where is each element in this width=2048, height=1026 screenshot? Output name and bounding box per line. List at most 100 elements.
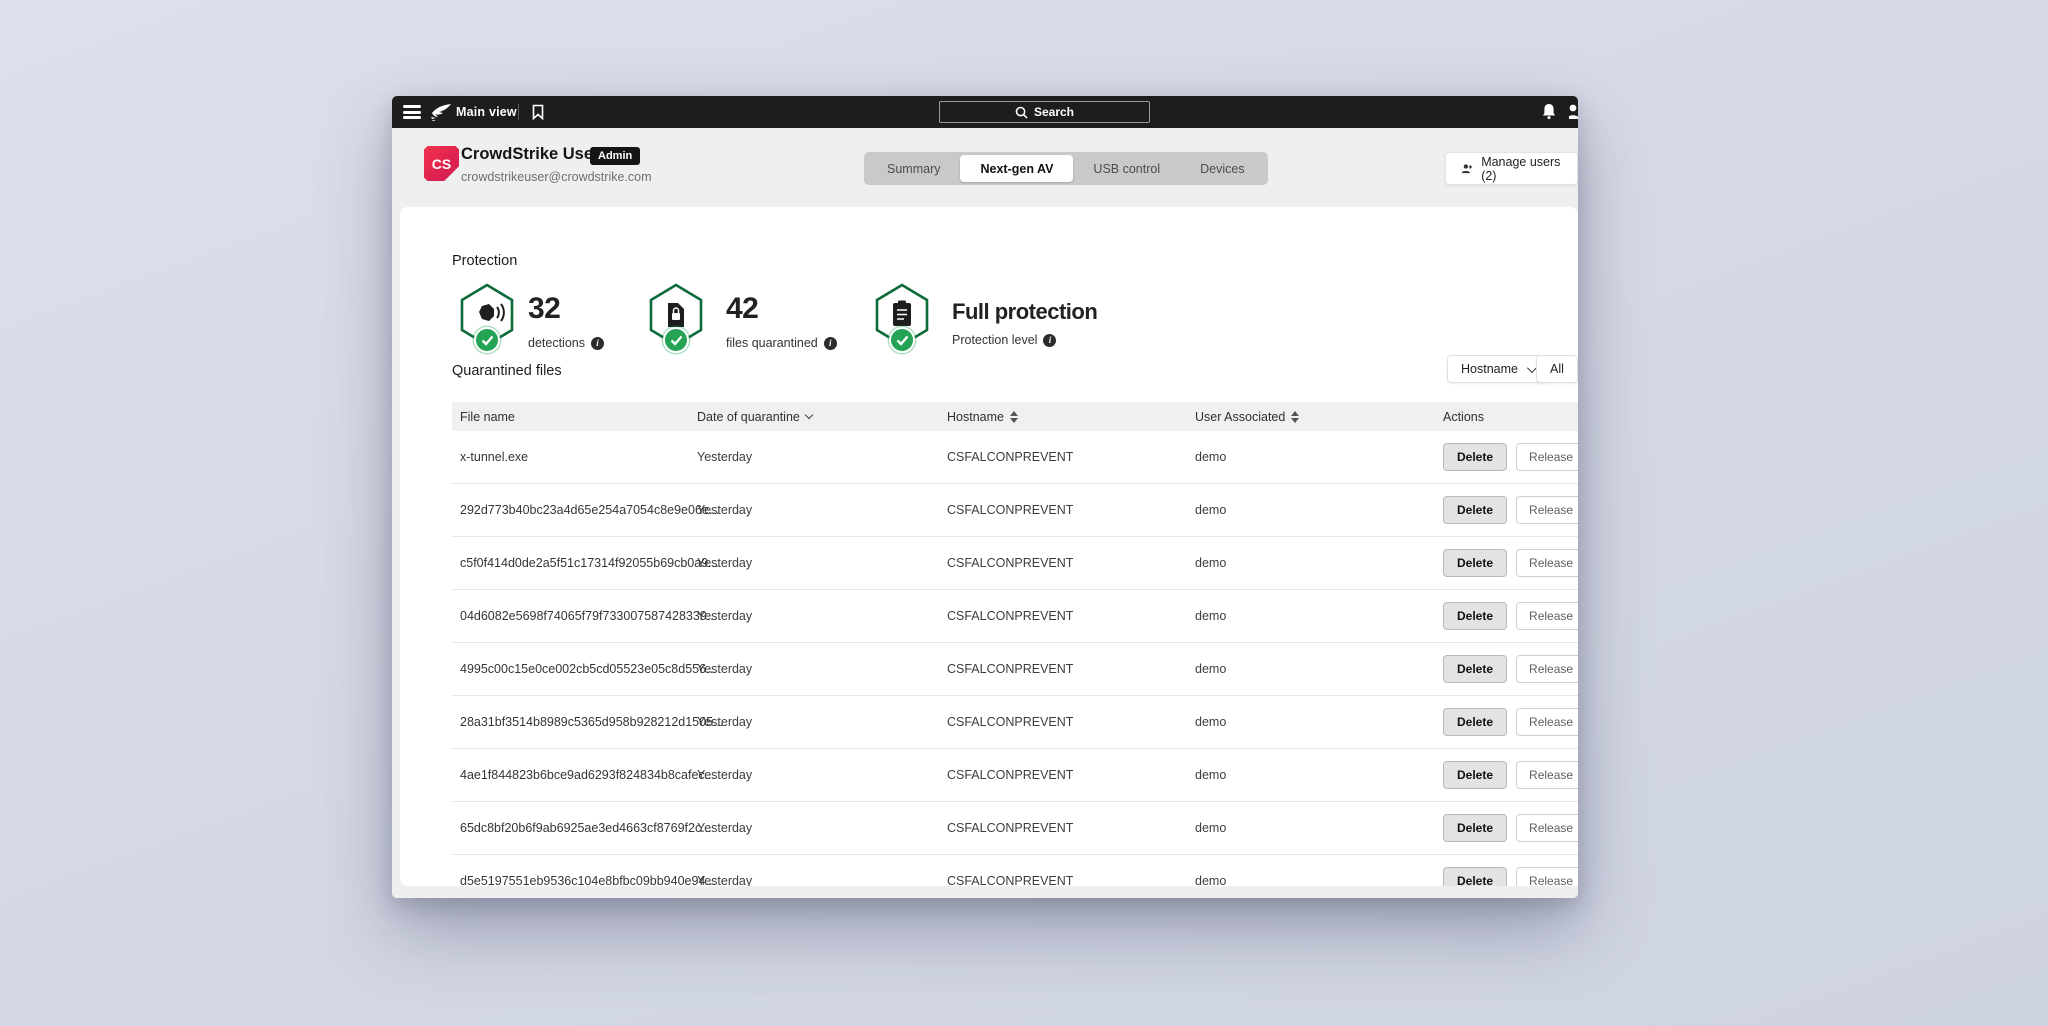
info-icon[interactable]: i bbox=[824, 337, 837, 350]
table-body: x-tunnel.exe Yesterday CSFALCONPREVENT d… bbox=[452, 431, 1578, 886]
release-button[interactable]: Release bbox=[1516, 496, 1578, 524]
table-row: 292d773b40bc23a4d65e254a7054c8e9e06e... … bbox=[452, 484, 1578, 537]
table-row: 04d6082e5698f74065f79f733007587428339...… bbox=[452, 590, 1578, 643]
content-card: Protection 32 detectionsi 42 bbox=[400, 207, 1578, 886]
table-row: 4ae1f844823b6bce9ad6293f824834b8cafec...… bbox=[452, 749, 1578, 802]
detections-label: detectionsi bbox=[528, 336, 604, 350]
delete-button[interactable]: Delete bbox=[1443, 655, 1507, 683]
search-input[interactable]: Search bbox=[939, 101, 1150, 123]
tab-summary[interactable]: Summary bbox=[867, 155, 960, 182]
cell-actions: Delete Release bbox=[1443, 496, 1578, 524]
cell-actions: Delete Release bbox=[1443, 867, 1578, 886]
cell-hostname: CSFALCONPREVENT bbox=[947, 450, 1195, 464]
notifications-bell-icon[interactable] bbox=[1540, 102, 1558, 126]
info-icon[interactable]: i bbox=[1043, 334, 1056, 347]
release-button[interactable]: Release bbox=[1516, 814, 1578, 842]
delete-button[interactable]: Delete bbox=[1443, 867, 1507, 886]
table-row: 28a31bf3514b8989c5365d958b928212d1505...… bbox=[452, 696, 1578, 749]
tab-devices[interactable]: Devices bbox=[1180, 155, 1264, 182]
filter-value-button[interactable]: All bbox=[1536, 355, 1578, 383]
cell-user: demo bbox=[1195, 662, 1443, 676]
user-name: CrowdStrike User bbox=[461, 145, 599, 164]
release-button[interactable]: Release bbox=[1516, 655, 1578, 683]
cell-hostname: CSFALCONPREVENT bbox=[947, 715, 1195, 729]
cell-user: demo bbox=[1195, 874, 1443, 886]
window-bottom-strip bbox=[392, 886, 1578, 898]
main-view-label[interactable]: Main view bbox=[456, 105, 517, 119]
info-icon[interactable]: i bbox=[591, 337, 604, 350]
cell-hostname: CSFALCONPREVENT bbox=[947, 821, 1195, 835]
cell-file-name: c5f0f414d0de2a5f51c17314f92055b69cb0a9..… bbox=[452, 556, 697, 570]
cell-file-name: 65dc8bf20b6f9ab6925ae3ed4663cf8769f2c... bbox=[452, 821, 697, 835]
avatar-initials: CS bbox=[432, 156, 451, 172]
cell-hostname: CSFALCONPREVENT bbox=[947, 609, 1195, 623]
app-window: Main view Search CS CrowdStrike User Adm… bbox=[392, 96, 1578, 898]
delete-button[interactable]: Delete bbox=[1443, 708, 1507, 736]
delete-button[interactable]: Delete bbox=[1443, 549, 1507, 577]
detections-count: 32 bbox=[528, 292, 560, 326]
cell-hostname: CSFALCONPREVENT bbox=[947, 503, 1195, 517]
quarantined-label: files quarantinedi bbox=[726, 336, 837, 350]
page-header: CS CrowdStrike User Admin crowdstrikeuse… bbox=[392, 128, 1578, 207]
profile-icon-partial[interactable] bbox=[1569, 103, 1578, 126]
column-date-of-quarantine[interactable]: Date of quarantine bbox=[697, 410, 947, 424]
hostname-filter-dropdown[interactable]: Hostname bbox=[1447, 355, 1548, 383]
table-row: d5e5197551eb9536c104e8bfbc09bb940e94... … bbox=[452, 855, 1578, 886]
table-header-row: File name Date of quarantine Hostname Us… bbox=[452, 402, 1578, 431]
cell-date: Yesterday bbox=[697, 556, 947, 570]
search-icon bbox=[1015, 106, 1028, 119]
bookmark-icon[interactable] bbox=[532, 104, 544, 125]
user-email: crowdstrikeuser@crowdstrike.com bbox=[461, 170, 652, 184]
column-user-associated[interactable]: User Associated bbox=[1195, 410, 1443, 424]
manage-users-button[interactable]: Manage users (2) bbox=[1445, 152, 1578, 185]
hamburger-menu-icon[interactable] bbox=[403, 105, 421, 119]
cell-file-name: d5e5197551eb9536c104e8bfbc09bb940e94... bbox=[452, 874, 697, 886]
cell-actions: Delete Release bbox=[1443, 814, 1578, 842]
delete-button[interactable]: Delete bbox=[1443, 443, 1507, 471]
delete-button[interactable]: Delete bbox=[1443, 814, 1507, 842]
sort-desc-icon bbox=[805, 411, 813, 419]
protection-level-label: Protection leveli bbox=[952, 333, 1056, 347]
release-button[interactable]: Release bbox=[1516, 708, 1578, 736]
cell-hostname: CSFALCONPREVENT bbox=[947, 768, 1195, 782]
quarantined-files-title: Quarantined files bbox=[452, 363, 562, 379]
sort-both-icon bbox=[1010, 411, 1018, 423]
topbar-divider bbox=[518, 104, 519, 120]
cell-date: Yesterday bbox=[697, 768, 947, 782]
release-button[interactable]: Release bbox=[1516, 443, 1578, 471]
cell-actions: Delete Release bbox=[1443, 708, 1578, 736]
quarantined-count: 42 bbox=[726, 292, 758, 326]
detections-widget-icon bbox=[458, 283, 516, 353]
crowdstrike-user-avatar: CS bbox=[424, 146, 459, 181]
check-badge-icon bbox=[663, 327, 689, 353]
table-row: c5f0f414d0de2a5f51c17314f92055b69cb0a9..… bbox=[452, 537, 1578, 590]
table-row: 65dc8bf20b6f9ab6925ae3ed4663cf8769f2c...… bbox=[452, 802, 1578, 855]
cell-date: Yesterday bbox=[697, 609, 947, 623]
cell-date: Yesterday bbox=[697, 450, 947, 464]
cell-user: demo bbox=[1195, 556, 1443, 570]
cell-hostname: CSFALCONPREVENT bbox=[947, 556, 1195, 570]
cell-actions: Delete Release bbox=[1443, 443, 1578, 471]
tab-next-gen-av[interactable]: Next-gen AV bbox=[960, 155, 1073, 182]
release-button[interactable]: Release bbox=[1516, 602, 1578, 630]
detection-hexagon-icon bbox=[479, 304, 504, 321]
manage-users-label: Manage users (2) bbox=[1481, 155, 1563, 183]
quarantined-widget-icon bbox=[647, 283, 705, 353]
column-hostname[interactable]: Hostname bbox=[947, 410, 1195, 424]
quarantined-file-icon bbox=[668, 303, 684, 327]
cell-date: Yesterday bbox=[697, 503, 947, 517]
falcon-logo-icon[interactable] bbox=[430, 102, 452, 127]
release-button[interactable]: Release bbox=[1516, 867, 1578, 886]
column-file-name[interactable]: File name bbox=[452, 410, 697, 424]
cell-user: demo bbox=[1195, 715, 1443, 729]
delete-button[interactable]: Delete bbox=[1443, 761, 1507, 789]
release-button[interactable]: Release bbox=[1516, 549, 1578, 577]
cell-user: demo bbox=[1195, 450, 1443, 464]
cell-user: demo bbox=[1195, 768, 1443, 782]
column-actions: Actions bbox=[1443, 410, 1578, 424]
release-button[interactable]: Release bbox=[1516, 761, 1578, 789]
tab-usb-control[interactable]: USB control bbox=[1073, 155, 1180, 182]
delete-button[interactable]: Delete bbox=[1443, 496, 1507, 524]
delete-button[interactable]: Delete bbox=[1443, 602, 1507, 630]
cell-file-name: 4995c00c15e0ce002cb5cd05523e05c8d556... bbox=[452, 662, 697, 676]
